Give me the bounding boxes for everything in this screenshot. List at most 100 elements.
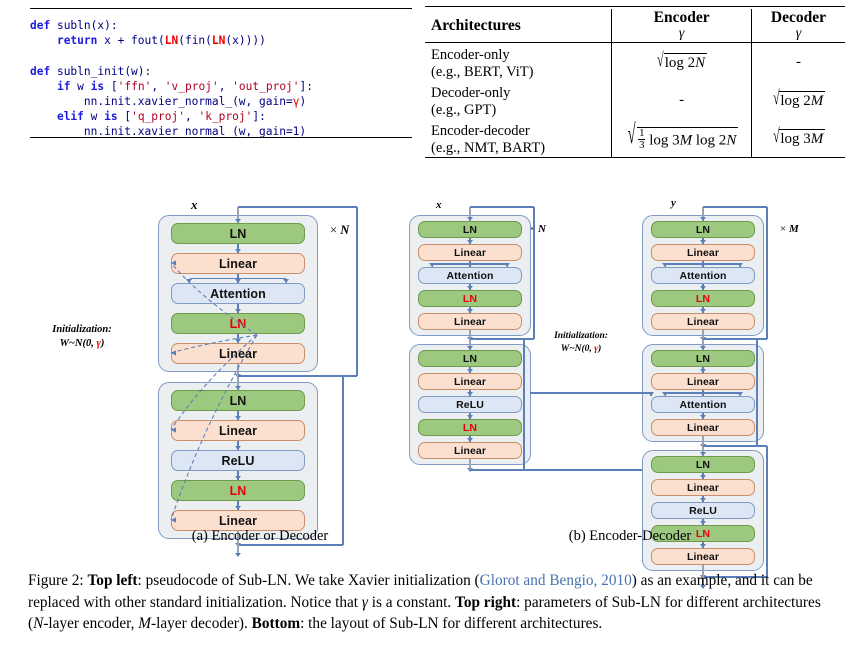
arrow-head bbox=[699, 216, 706, 221]
row-decoder-value: √log 3M bbox=[750, 119, 845, 158]
arrow-head bbox=[429, 262, 436, 267]
caption-bold-bottom: Bottom bbox=[251, 615, 301, 632]
row-encoder-value: √log 2N bbox=[611, 42, 752, 81]
arrow-head bbox=[466, 308, 473, 313]
subcaption-b: (b) Encoder-Decoder bbox=[568, 528, 692, 544]
node-label: Linear bbox=[686, 550, 720, 563]
row-decoder-value: √log 2M bbox=[750, 81, 845, 119]
node-linear: Linear bbox=[651, 479, 755, 496]
connector-line bbox=[470, 338, 524, 340]
node-attention: Attention bbox=[418, 267, 522, 284]
node-label: Linear bbox=[686, 375, 720, 388]
node-linear: Linear bbox=[418, 373, 522, 390]
arrow-head bbox=[662, 391, 669, 396]
figure-caption: Figure 2: Top left: pseudocode of Sub-LN… bbox=[28, 570, 840, 635]
header-encoder: Encoder γ bbox=[611, 9, 752, 43]
node-linear: Linear bbox=[418, 442, 522, 459]
table-header-row: Architectures Encoder γ Decoder γ bbox=[425, 9, 845, 43]
arrow-head bbox=[466, 437, 473, 442]
connector-line bbox=[665, 392, 741, 394]
caption-citation: Glorot and Bengio, 2010 bbox=[479, 572, 632, 589]
code-line: return x + fout(LN(fin(LN(x)))) bbox=[56, 34, 266, 48]
node-label: Linear bbox=[686, 421, 720, 434]
arrow-head bbox=[737, 391, 744, 396]
node-label: Linear bbox=[453, 375, 487, 388]
node-linear: Linear bbox=[651, 373, 755, 390]
row-encoder-value: - bbox=[611, 81, 752, 119]
panel-b-decoder-input-label: y bbox=[671, 197, 676, 209]
header-decoder: Decoder γ bbox=[750, 9, 845, 43]
arrow-head bbox=[504, 262, 511, 267]
panel-a-encoder-or-decoder: x × N LN Linear Attention LN Linear LN Linear R… bbox=[145, 195, 375, 557]
caption-text-4: : the layout of Sub-LN for different arc… bbox=[300, 615, 603, 632]
header-decoder-gamma: γ bbox=[795, 26, 802, 41]
panel-b-decoder-column: y × M LN Linear Attention LN Linear LN Linear A… bbox=[530, 195, 825, 589]
connector-line bbox=[470, 206, 534, 208]
node-ln: LN bbox=[651, 290, 755, 307]
connector-line bbox=[523, 339, 525, 470]
arrow-head bbox=[699, 497, 706, 502]
code-top-rule bbox=[30, 8, 412, 9]
node-relu: ReLU bbox=[418, 396, 522, 413]
node-attention: Attention bbox=[651, 267, 755, 284]
header-architectures: Architectures bbox=[425, 9, 612, 43]
arrow-head bbox=[466, 285, 473, 290]
node-label: LN bbox=[695, 458, 711, 471]
panel-b-decoder-repeat-label: × M bbox=[780, 223, 799, 235]
arrow-head bbox=[699, 239, 706, 244]
node-label: Linear bbox=[686, 315, 720, 328]
connector-line bbox=[665, 263, 741, 265]
table-row: Decoder-only (e.g., GPT) - √log 2M bbox=[425, 81, 845, 119]
node-ln: LN bbox=[651, 221, 755, 238]
node-label: LN bbox=[462, 223, 478, 236]
node-ln: LN bbox=[418, 290, 522, 307]
node-label: Attention bbox=[679, 269, 727, 282]
table-bottom-rule bbox=[425, 157, 845, 161]
node-label: LN bbox=[695, 352, 711, 365]
node-linear: Linear bbox=[651, 313, 755, 330]
node-label: Linear bbox=[453, 444, 487, 457]
panel-b-encoder-input-label: x bbox=[436, 199, 442, 211]
arrow-head bbox=[647, 391, 654, 396]
node-label: LN bbox=[695, 292, 711, 305]
arrow-head bbox=[466, 391, 473, 396]
code-line: if w is ['ffn', 'v_proj', 'out_proj']: bbox=[56, 79, 314, 93]
connector-line bbox=[469, 459, 471, 470]
connector-line bbox=[766, 207, 768, 339]
connector-line bbox=[766, 446, 768, 577]
node-linear: Linear bbox=[651, 548, 755, 565]
init-line-1: Initialization: bbox=[52, 324, 112, 335]
node-label: ReLU bbox=[689, 504, 717, 517]
arrow-head bbox=[466, 239, 473, 244]
connector-line bbox=[432, 263, 508, 265]
node-linear: Linear bbox=[651, 244, 755, 261]
panel-b-encoder-repeat-label: × N bbox=[529, 223, 546, 235]
caption-bold-top-right: Top right bbox=[455, 593, 517, 611]
node-linear: Linear bbox=[651, 419, 755, 436]
panel-b-encoder-column: x × N LN Linear Attention LN Linear LN Linear R… bbox=[400, 195, 660, 525]
code-line: nn.init.xavier_normal_(w, gain=γ) bbox=[30, 95, 307, 109]
node-label: Attention bbox=[446, 269, 494, 282]
arrow-head bbox=[699, 520, 706, 525]
init-line-2: W~N(0, γ) bbox=[560, 344, 602, 354]
table-row: Encoder-only (e.g., BERT, ViT) √log 2N - bbox=[425, 42, 845, 82]
arrow-head bbox=[699, 414, 706, 419]
arrow-head bbox=[699, 474, 706, 479]
node-label: Linear bbox=[453, 315, 487, 328]
connector-line bbox=[533, 207, 535, 339]
connector-line bbox=[703, 338, 757, 340]
node-ln: LN bbox=[418, 419, 522, 436]
arrow-head bbox=[699, 308, 706, 313]
caption-figure-label: Figure 2: bbox=[28, 572, 84, 589]
row-architecture-name: Encoder-only (e.g., BERT, ViT) bbox=[425, 43, 612, 82]
architecture-parameter-table: Architectures Encoder γ Decoder γ Encode… bbox=[425, 6, 845, 161]
arrow-head bbox=[699, 368, 706, 373]
initialization-arrows bbox=[170, 260, 258, 523]
diagrams-area: x × N LN Linear Attention LN Linear LN Linear R… bbox=[0, 195, 859, 589]
node-label: LN bbox=[462, 292, 478, 305]
pseudocode-text: def subln(x): return x + fout(LN(fin(LN(… bbox=[30, 18, 412, 140]
node-label: Attention bbox=[679, 398, 727, 411]
arrow-head bbox=[466, 216, 473, 221]
panel-a-initialization-label: Initialization: W~N(0, γ) bbox=[30, 323, 134, 351]
